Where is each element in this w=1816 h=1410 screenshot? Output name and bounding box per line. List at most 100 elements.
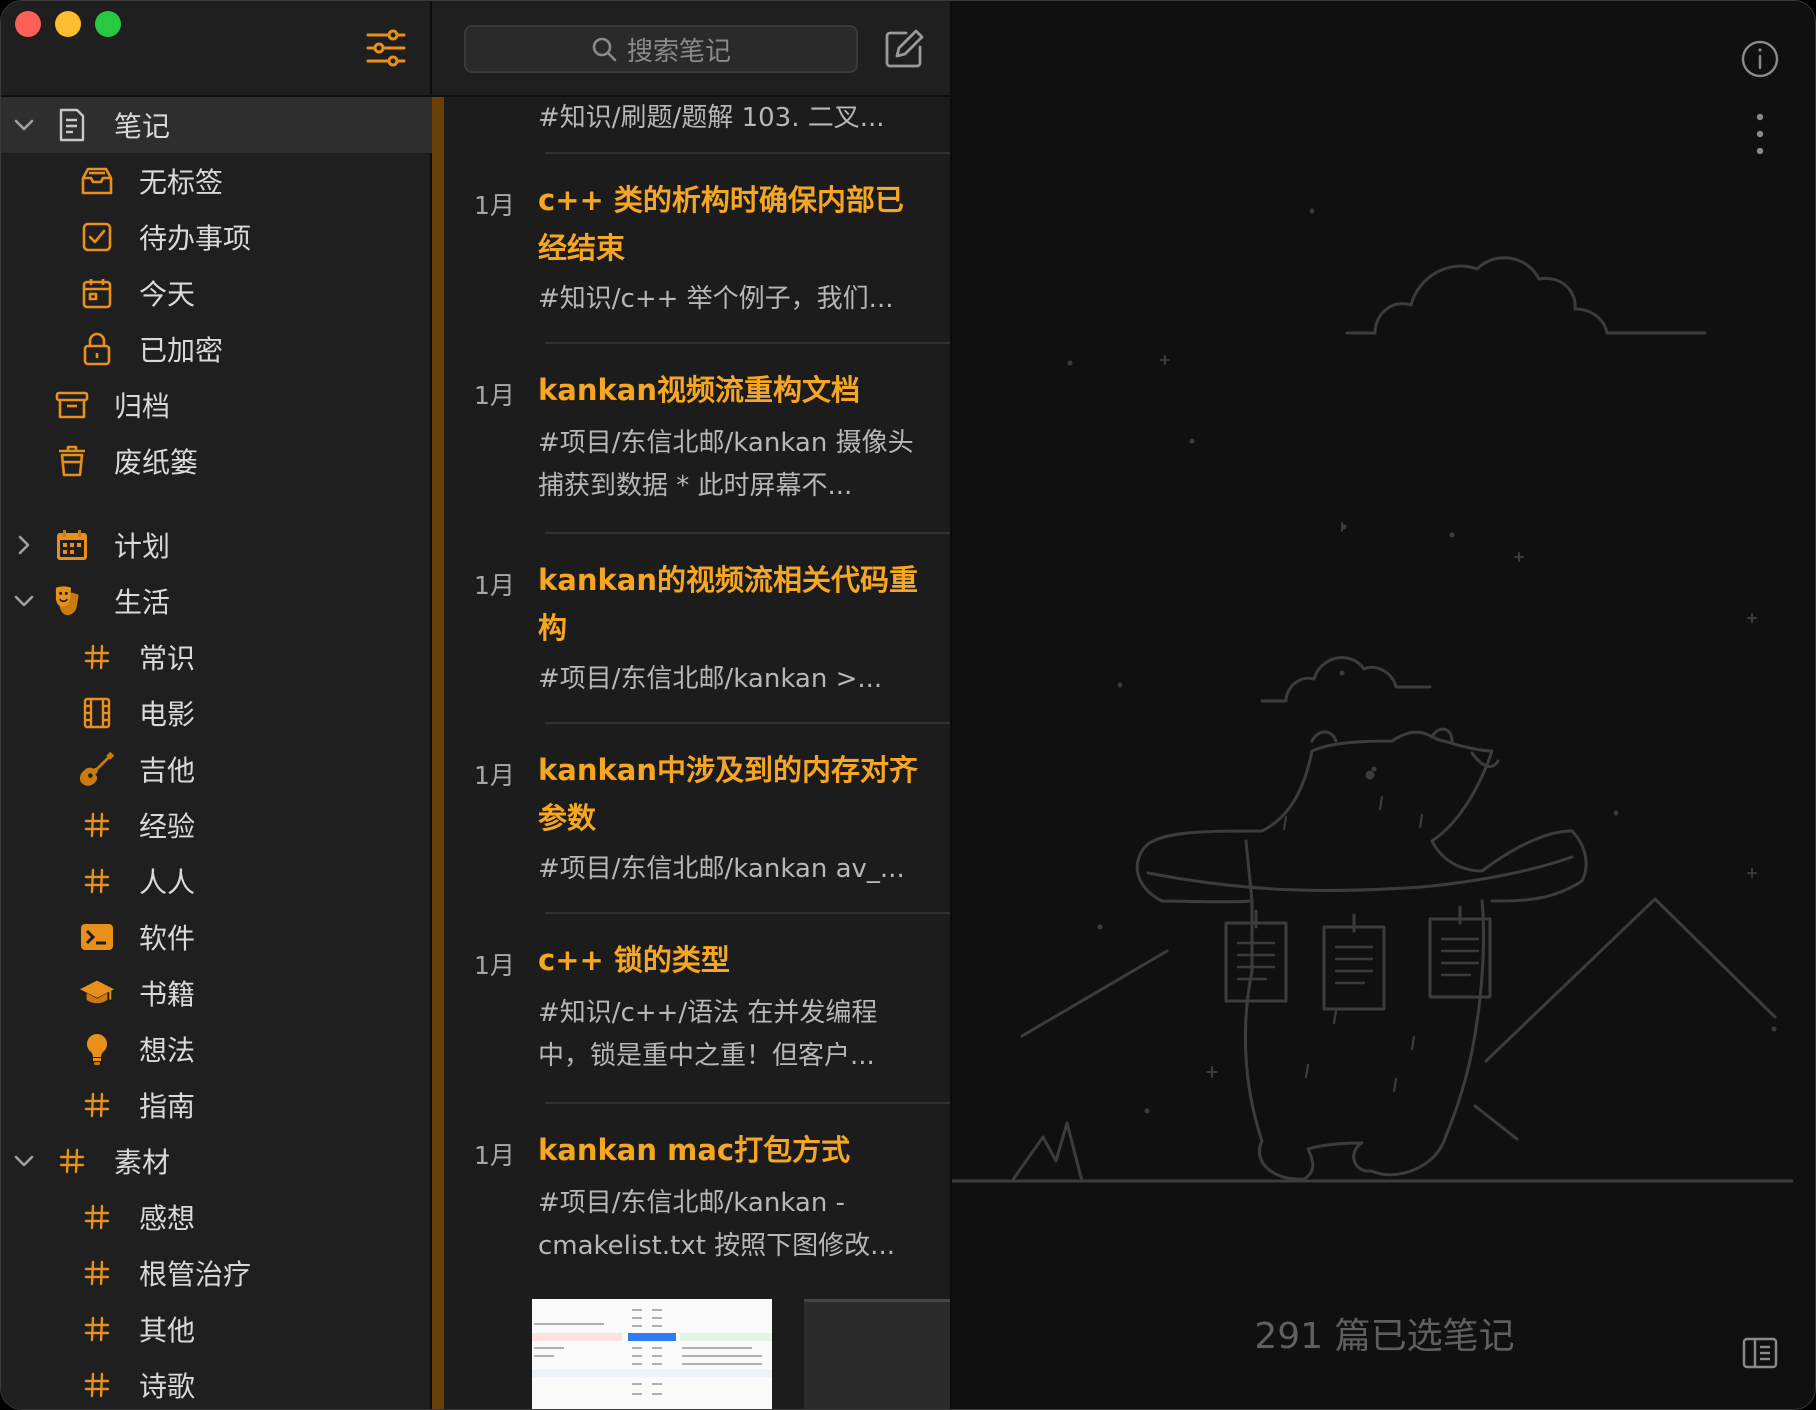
app-window: 笔记 无标签 待办事项 今天 已加密 归档 废纸篓 计划 生活 常识 电影 吉他… [0, 0, 1816, 1410]
hashtag-icon [79, 1311, 115, 1347]
list-item[interactable]: 1月 kankan中涉及到的内存对齐参数 #项目/东信北邮/kankan av_… [444, 724, 950, 914]
sidebar-item-reflections[interactable]: 感想 [1, 1189, 432, 1245]
sidebar-item-label: 待办事项 [139, 222, 252, 255]
sidebar-toolbar [1, 1, 432, 97]
filter-sliders-icon[interactable] [365, 27, 407, 69]
search-input[interactable]: 搜索笔记 [464, 25, 858, 73]
note-date: 1月 [474, 571, 515, 600]
sidebar-item-movies[interactable]: 电影 [1, 685, 432, 741]
calendar-icon [79, 275, 115, 311]
list-item[interactable]: 1月 kankan mac打包方式 #项目/东信北邮/kankan - cmak… [444, 1104, 950, 1294]
bear-empty-state-illustration [952, 208, 1794, 1183]
sidebar-item-materials[interactable]: 素材 [1, 1133, 432, 1189]
toggle-sidebar-panel-icon[interactable] [1742, 1335, 1778, 1371]
sidebar-item-label: 无标签 [139, 166, 224, 199]
chevron-down-icon[interactable] [11, 112, 37, 138]
hashtag-icon [79, 1087, 115, 1123]
sidebar-item-label: 软件 [139, 922, 196, 955]
search-placeholder: 搜索笔记 [626, 36, 731, 67]
inbox-icon [79, 163, 115, 199]
chevron-down-icon[interactable] [11, 588, 37, 614]
sidebar-item-label: 生活 [114, 586, 171, 619]
note-title: kankan的视频流相关代码重构 [538, 563, 919, 645]
sidebar-item-label: 废纸篓 [114, 446, 199, 479]
list-item[interactable]: 1月 kankan视频流重构文档 #项目/东信北邮/kankan 摄像头捕获到数… [444, 344, 950, 534]
info-icon[interactable] [1740, 39, 1780, 79]
note-date: 1月 [474, 1141, 515, 1170]
sidebar-item-root-canal[interactable]: 根管治疗 [1, 1245, 432, 1301]
hashtag-icon [54, 1143, 90, 1179]
note-image-thumbnail[interactable] [804, 1299, 950, 1409]
sidebar-item-label: 诗歌 [139, 1370, 196, 1403]
note-date: 1月 [474, 951, 515, 980]
hashtag-icon [79, 807, 115, 843]
list-item[interactable]: 1月 kankan的视频流相关代码重构 #项目/东信北邮/kankan >... [444, 534, 950, 724]
list-item[interactable]: #知识/刷题/题解 103. 二叉... [444, 97, 950, 154]
search-icon [592, 37, 617, 62]
compose-note-icon[interactable] [882, 27, 926, 71]
sidebar-item-software[interactable]: 软件 [1, 909, 432, 965]
sidebar-item-label: 常识 [139, 642, 196, 675]
chevron-right-icon[interactable] [11, 532, 37, 558]
note-snippet: #知识/刷题/题解 103. 二叉... [538, 103, 885, 133]
trash-icon [54, 443, 90, 479]
sidebar-item-locked[interactable]: 已加密 [1, 321, 432, 377]
note-title: c++ 类的析构时确保内部已经结束 [538, 183, 904, 265]
sidebar-item-plan[interactable]: 计划 [1, 517, 432, 573]
note-snippet: #项目/东信北邮/kankan >... [538, 664, 883, 694]
note-list-toolbar: 搜索笔记 [432, 1, 950, 97]
lock-icon [79, 331, 115, 367]
selected-notes-count: 291 篇已选笔记 [1254, 1316, 1515, 1357]
sidebar-item-common-sense[interactable]: 常识 [1, 629, 432, 685]
sidebar-item-guide[interactable]: 指南 [1, 1077, 432, 1133]
theater-masks-icon [54, 583, 90, 619]
note-snippet: #项目/东信北邮/kankan - cmakelist.txt 按照下图修改..… [538, 1188, 895, 1261]
sidebar-item-experience[interactable]: 经验 [1, 797, 432, 853]
note-snippet: #知识/c++/语法 在并发编程中，锁是重中之重！但客户... [538, 998, 878, 1071]
chevron-down-icon[interactable] [11, 1148, 37, 1174]
sidebar-item-label: 今天 [139, 278, 196, 311]
hashtag-icon [79, 1199, 115, 1235]
sidebar-item-books[interactable]: 书籍 [1, 965, 432, 1021]
planner-calendar-icon [54, 527, 90, 563]
sidebar-item-archive[interactable]: 归档 [1, 377, 432, 433]
note-title: kankan视频流重构文档 [538, 373, 861, 407]
sidebar-item-label: 计划 [114, 530, 171, 563]
sidebar-item-trash[interactable]: 废纸篓 [1, 433, 432, 489]
archive-icon [54, 387, 90, 423]
sidebar-item-label: 经验 [139, 810, 196, 843]
sidebar-item-untagged[interactable]: 无标签 [1, 153, 432, 209]
list-item[interactable]: 1月 c++ 锁的类型 #知识/c++/语法 在并发编程中，锁是重中之重！但客户… [444, 914, 950, 1104]
sidebar-item-label: 笔记 [114, 110, 171, 143]
note-image-thumbnail[interactable] [532, 1299, 772, 1409]
sidebar-item-today[interactable]: 今天 [1, 265, 432, 321]
more-options-icon[interactable] [1748, 111, 1772, 157]
film-icon [79, 695, 115, 731]
note-title: kankan中涉及到的内存对齐参数 [538, 753, 919, 835]
sidebar-item-label: 归档 [114, 390, 171, 423]
note-snippet: #项目/东信北邮/kankan 摄像头捕获到数据 * 此时屏幕不... [538, 428, 914, 501]
close-window-button[interactable] [15, 11, 41, 37]
note-detail-pane: 291 篇已选笔记 [952, 1, 1815, 1409]
hashtag-icon [79, 863, 115, 899]
sidebar-item-life[interactable]: 生活 [1, 573, 432, 629]
note-snippet: #知识/c++ 举个例子，我们... [538, 284, 894, 314]
sidebar-item-guitar[interactable]: 吉他 [1, 741, 432, 797]
sidebar-item-label: 已加密 [139, 334, 224, 367]
note-icon [54, 107, 90, 143]
guitar-icon [79, 751, 115, 787]
sidebar-item-poetry[interactable]: 诗歌 [1, 1357, 432, 1409]
sidebar-item-renren[interactable]: 人人 [1, 853, 432, 909]
sidebar-item-label: 吉他 [139, 754, 196, 787]
note-list: 搜索笔记 #知识/刷题/题解 103. 二叉... 1月 c++ 类的析构时确保… [432, 1, 952, 1409]
sidebar-item-others[interactable]: 其他 [1, 1301, 432, 1357]
sidebar-item-ideas[interactable]: 想法 [1, 1021, 432, 1077]
sidebar-item-label: 指南 [139, 1090, 196, 1123]
sidebar-item-notes[interactable]: 笔记 [1, 97, 432, 153]
note-date: 1月 [474, 761, 515, 790]
zoom-window-button[interactable] [95, 11, 121, 37]
sidebar-item-label: 想法 [139, 1034, 196, 1067]
minimize-window-button[interactable] [55, 11, 81, 37]
sidebar-item-todo[interactable]: 待办事项 [1, 209, 432, 265]
list-item[interactable]: 1月 c++ 类的析构时确保内部已经结束 #知识/c++ 举个例子，我们... [444, 154, 950, 344]
